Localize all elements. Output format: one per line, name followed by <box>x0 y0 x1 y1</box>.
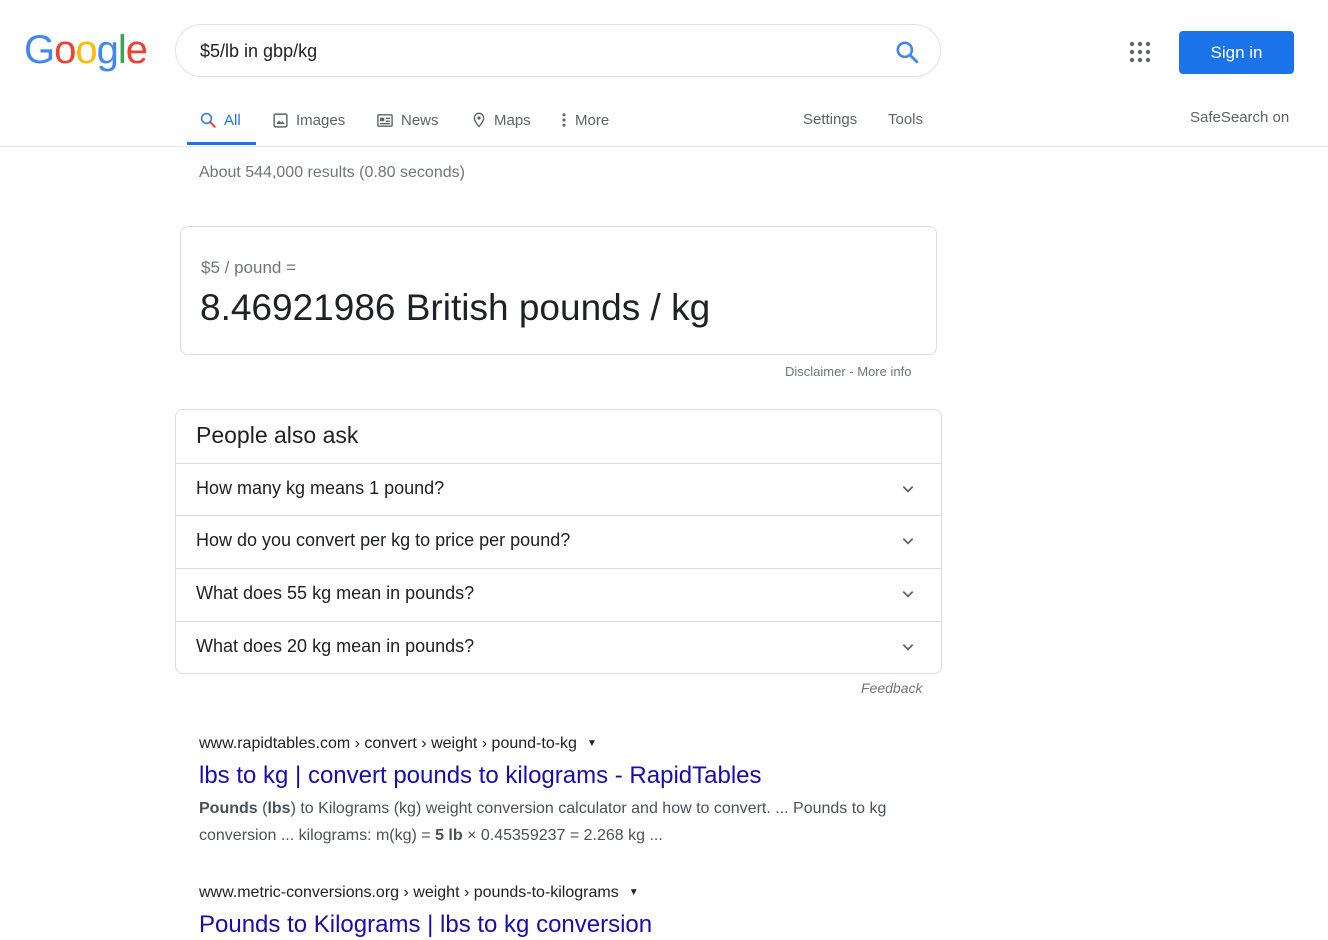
more-info-link[interactable]: More info <box>857 364 911 379</box>
disclaimer-line: Disclaimer - More info <box>785 364 911 380</box>
logo-letter: e <box>125 28 148 72</box>
result-title-link[interactable]: lbs to kg | convert pounds to kilograms … <box>199 761 762 791</box>
safesearch-status[interactable]: SafeSearch on <box>1190 107 1289 129</box>
paa-title: People also ask <box>196 422 359 448</box>
header-divider <box>0 146 1328 147</box>
snippet-highlight: 5 lb <box>435 827 463 844</box>
paa-question[interactable]: What does 20 kg mean in pounds? <box>176 621 941 673</box>
logo-letter: o <box>54 28 76 72</box>
tab-maps[interactable]: Maps <box>471 108 531 132</box>
converter-result: 8.46921986 British pounds / kg <box>200 287 711 328</box>
snippet-highlight: Pounds <box>199 800 258 817</box>
active-tab-indicator <box>187 142 256 145</box>
paa-question[interactable]: How many kg means 1 pound? <box>176 463 941 515</box>
result-cite: www.rapidtables.com › convert › weight ›… <box>199 734 597 754</box>
settings-link[interactable]: Settings <box>803 108 857 132</box>
google-logo[interactable]: Google <box>24 28 148 72</box>
tab-label: Maps <box>494 111 531 129</box>
image-icon <box>273 112 288 128</box>
tab-images[interactable]: Images <box>272 108 345 132</box>
tab-label: More <box>575 111 610 129</box>
separator: - <box>845 364 858 379</box>
news-icon <box>377 113 393 127</box>
paa-question[interactable]: How do you convert per kg to price per p… <box>176 515 941 567</box>
dropdown-arrow-icon[interactable]: ▼ <box>587 738 597 749</box>
result-snippet: Pounds (lbs) to Kilograms (kg) weight co… <box>199 795 919 849</box>
sign-in-button[interactable]: Sign in <box>1179 31 1294 74</box>
result-title-link[interactable]: Pounds to Kilograms | lbs to kg conversi… <box>199 910 652 940</box>
search-icon[interactable] <box>894 39 920 65</box>
disclaimer-link[interactable]: Disclaimer <box>785 364 846 379</box>
paa-question-text: How do you convert per kg to price per p… <box>196 530 571 550</box>
tab-label: Images <box>296 111 346 129</box>
chevron-down-icon <box>902 538 914 545</box>
logo-letter: l <box>117 28 127 72</box>
tab-label: All <box>224 111 241 129</box>
logo-letter: o <box>75 28 97 72</box>
paa-question-text: How many kg means 1 pound? <box>196 478 445 498</box>
tab-all[interactable]: All <box>199 108 241 132</box>
result-cite: www.metric-conversions.org › weight › po… <box>199 883 639 903</box>
unit-converter-card: $5 / pound = 8.46921986 British pounds /… <box>180 226 937 355</box>
tools-link[interactable]: Tools <box>888 108 923 132</box>
snippet-text: ( <box>257 800 268 817</box>
tab-more[interactable]: More <box>560 108 609 132</box>
search-icon <box>200 112 216 128</box>
chevron-down-icon <box>902 486 914 493</box>
tab-news[interactable]: News <box>376 108 439 132</box>
people-also-ask: People also ask How many kg means 1 poun… <box>175 409 942 674</box>
paa-question-text: What does 20 kg mean in pounds? <box>196 636 475 656</box>
feedback-link[interactable]: Feedback <box>861 680 922 696</box>
snippet-text: × 0.45359237 = 2.268 kg ... <box>462 827 663 844</box>
result-stats: About 544,000 results (0.80 seconds) <box>199 164 465 181</box>
apps-grid-icon[interactable] <box>1128 40 1152 64</box>
logo-letter: g <box>96 28 119 72</box>
search-input[interactable] <box>200 38 860 64</box>
chevron-down-icon <box>902 591 914 598</box>
dropdown-arrow-icon[interactable]: ▼ <box>629 887 639 898</box>
search-box <box>175 24 941 77</box>
more-vert-icon <box>562 113 566 127</box>
snippet-highlight: lbs <box>267 800 291 817</box>
paa-question-text: What does 55 kg mean in pounds? <box>196 583 475 603</box>
map-pin-icon <box>473 112 485 128</box>
result-url: www.rapidtables.com › convert › weight ›… <box>199 735 577 752</box>
tab-label: News <box>401 111 439 129</box>
logo-letter: G <box>24 28 55 72</box>
paa-question[interactable]: What does 55 kg mean in pounds? <box>176 568 941 620</box>
converter-input-expression: $5 / pound = <box>201 258 297 277</box>
result-url: www.metric-conversions.org › weight › po… <box>199 884 619 901</box>
chevron-down-icon <box>902 644 914 651</box>
